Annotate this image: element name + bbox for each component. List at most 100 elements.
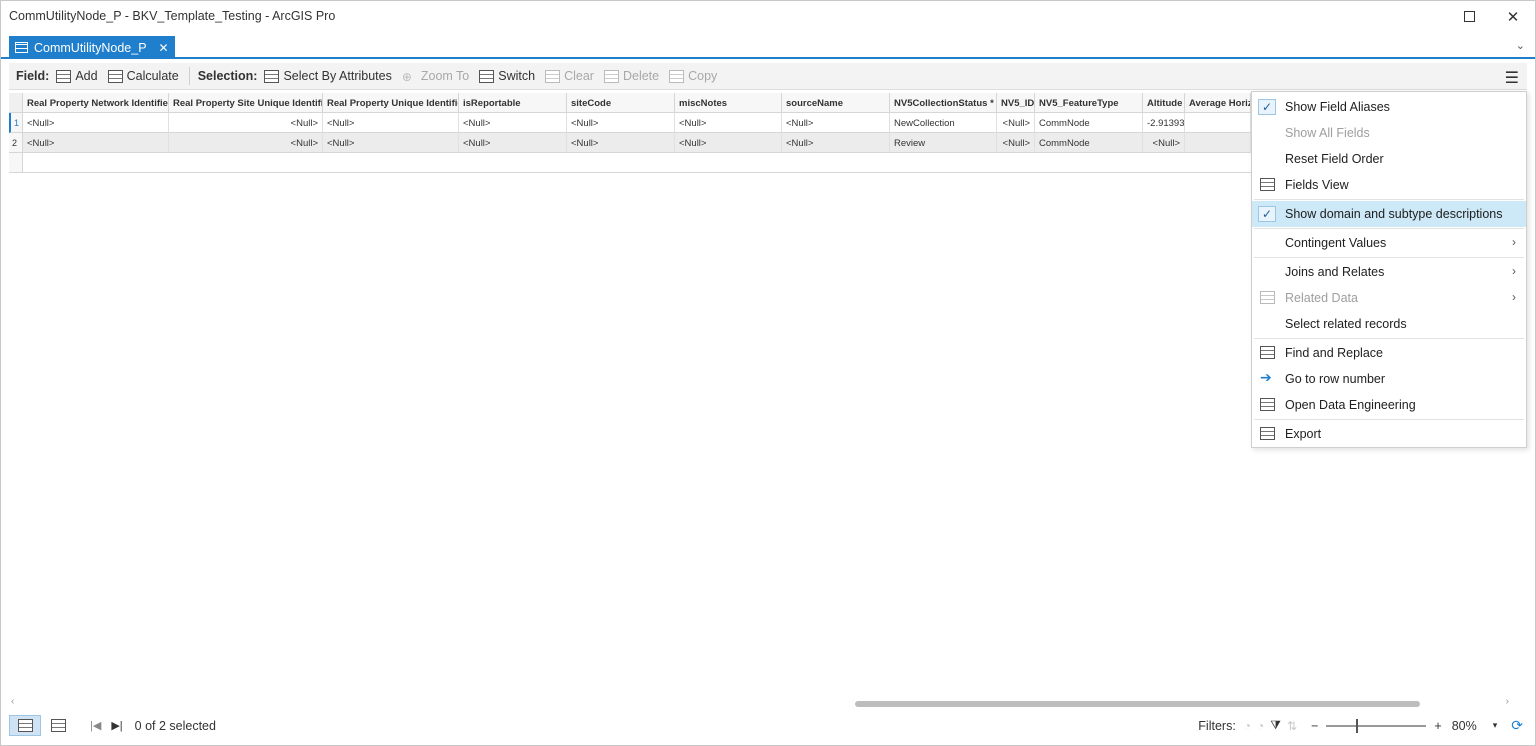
column-header[interactable]: Real Property Site Unique Identifier bbox=[169, 93, 323, 113]
tab-close-icon[interactable]: ✕ bbox=[159, 41, 169, 55]
zoom-out-icon[interactable]: − bbox=[1311, 719, 1318, 733]
refresh-icon[interactable]: ⟳ bbox=[1511, 717, 1523, 734]
table-cell[interactable]: -2.91393 bbox=[1143, 113, 1185, 133]
column-header[interactable]: isReportable bbox=[459, 93, 567, 113]
table-cell[interactable]: <Null> bbox=[459, 133, 567, 153]
time-filter-icon[interactable]: ◔ bbox=[1244, 719, 1251, 733]
column-header[interactable]: Average Horizo bbox=[1185, 93, 1251, 113]
row-number[interactable]: 1 bbox=[9, 113, 23, 133]
table-cell[interactable]: <Null> bbox=[23, 113, 169, 133]
zoom-to-button[interactable]: ⊕ Zoom To bbox=[401, 69, 469, 84]
table-cell[interactable] bbox=[1185, 113, 1251, 133]
last-record-icon[interactable]: ▶| bbox=[111, 719, 122, 732]
menu-item-show-all-fields[interactable]: Show All Fields bbox=[1252, 120, 1526, 146]
column-header[interactable]: NV5_ID bbox=[997, 93, 1035, 113]
column-header[interactable]: Real Property Unique Identifier bbox=[323, 93, 459, 113]
menu-item-find-replace[interactable]: Find and Replace bbox=[1252, 340, 1526, 366]
maximize-button[interactable] bbox=[1447, 1, 1491, 32]
zoom-level[interactable]: 80% bbox=[1452, 719, 1477, 733]
table-cell[interactable]: Review bbox=[890, 133, 997, 153]
show-selected-records-icon[interactable] bbox=[51, 719, 66, 732]
add-field-button[interactable]: Add bbox=[56, 69, 98, 83]
tab-label: CommUtilityNode_P bbox=[34, 40, 147, 55]
menu-separator bbox=[1254, 257, 1524, 258]
menu-item-contingent-values[interactable]: Contingent Values › bbox=[1252, 230, 1526, 256]
close-window-button[interactable]: ✕ bbox=[1491, 1, 1535, 32]
menu-item-select-related[interactable]: Select related records bbox=[1252, 311, 1526, 337]
zoom-dropdown-icon[interactable]: ▾ bbox=[1493, 720, 1498, 731]
menu-item-show-domain-descriptions[interactable]: ✓ Show domain and subtype descriptions bbox=[1252, 201, 1526, 227]
tab-overflow-chevron-icon[interactable]: ⌄ bbox=[1516, 39, 1525, 52]
scroll-right-icon[interactable]: › bbox=[1506, 696, 1509, 707]
table-cell[interactable]: <Null> bbox=[675, 113, 782, 133]
table-cell[interactable]: <Null> bbox=[675, 133, 782, 153]
tab-attribute-table[interactable]: CommUtilityNode_P ✕ bbox=[9, 36, 175, 59]
sort-filter-icon[interactable]: ⇅ bbox=[1287, 719, 1297, 733]
show-all-records-button[interactable] bbox=[9, 715, 41, 736]
menu-item-related-data[interactable]: Related Data › bbox=[1252, 285, 1526, 311]
new-row[interactable] bbox=[23, 153, 1251, 173]
menu-item-export[interactable]: Export bbox=[1252, 421, 1526, 447]
select-by-attributes-label: Select By Attributes bbox=[283, 69, 392, 83]
select-all-corner[interactable] bbox=[9, 93, 23, 113]
zoom-slider[interactable] bbox=[1326, 718, 1427, 733]
table-cell[interactable]: <Null> bbox=[997, 113, 1035, 133]
menu-separator bbox=[1254, 419, 1524, 420]
table-cell[interactable] bbox=[1185, 133, 1251, 153]
calculate-button[interactable]: Calculate bbox=[107, 69, 179, 83]
delete-button[interactable]: Delete bbox=[603, 69, 659, 83]
table-cell[interactable]: <Null> bbox=[169, 133, 323, 153]
table-cell[interactable]: CommNode bbox=[1035, 113, 1143, 133]
filter-icon[interactable]: ⧩ bbox=[1270, 718, 1281, 733]
copy-button[interactable]: Copy bbox=[669, 69, 717, 83]
select-by-attributes-button[interactable]: Select By Attributes bbox=[264, 69, 392, 83]
table-cell[interactable]: <Null> bbox=[23, 133, 169, 153]
fields-view-icon bbox=[1260, 178, 1275, 191]
scroll-left-icon[interactable]: ‹ bbox=[11, 696, 14, 707]
column-header[interactable]: Altitude bbox=[1143, 93, 1185, 113]
tab-strip: CommUtilityNode_P ✕ ⌄ bbox=[1, 32, 1535, 59]
row-number[interactable]: 2 bbox=[9, 133, 23, 153]
window-title: CommUtilityNode_P - BKV_Template_Testing… bbox=[9, 9, 336, 23]
table-cell[interactable]: <Null> bbox=[323, 133, 459, 153]
table-cell[interactable]: <Null> bbox=[997, 133, 1035, 153]
new-row-header[interactable] bbox=[9, 153, 23, 173]
table-cell[interactable]: <Null> bbox=[782, 113, 890, 133]
menu-item-reset-field-order[interactable]: Reset Field Order bbox=[1252, 146, 1526, 172]
scrollbar-thumb[interactable] bbox=[855, 701, 1420, 707]
menu-item-joins-relates[interactable]: Joins and Relates › bbox=[1252, 259, 1526, 285]
menu-item-show-field-aliases[interactable]: ✓ Show Field Aliases bbox=[1252, 94, 1526, 120]
table-cell[interactable]: <Null> bbox=[782, 133, 890, 153]
horizontal-scrollbar[interactable]: ‹ › bbox=[9, 696, 1509, 710]
table-cell[interactable]: CommNode bbox=[1035, 133, 1143, 153]
table-cell[interactable]: <Null> bbox=[169, 113, 323, 133]
table-cell[interactable]: NewCollection bbox=[890, 113, 997, 133]
menu-item-open-data-engineering[interactable]: Open Data Engineering bbox=[1252, 392, 1526, 418]
column-header[interactable]: siteCode bbox=[567, 93, 675, 113]
menu-item-fields-view[interactable]: Fields View bbox=[1252, 172, 1526, 198]
table-cell[interactable]: <Null> bbox=[567, 113, 675, 133]
switch-button[interactable]: Switch bbox=[479, 69, 535, 83]
table-cell[interactable]: <Null> bbox=[1143, 133, 1185, 153]
table-options-menu-icon[interactable]: ☰ bbox=[1505, 68, 1519, 88]
copy-label: Copy bbox=[688, 69, 718, 83]
zoom-to-icon: ⊕ bbox=[401, 69, 412, 84]
menu-item-label: Related Data bbox=[1285, 291, 1358, 305]
table-cell[interactable]: <Null> bbox=[459, 113, 567, 133]
clear-button[interactable]: Clear bbox=[545, 69, 594, 83]
column-header[interactable]: NV5_FeatureType bbox=[1035, 93, 1143, 113]
menu-item-go-to-row[interactable]: ➔ Go to row number bbox=[1252, 366, 1526, 392]
column-header[interactable]: miscNotes bbox=[675, 93, 782, 113]
zoom-in-icon[interactable]: + bbox=[1434, 719, 1441, 733]
table-cell[interactable]: <Null> bbox=[323, 113, 459, 133]
table-cell[interactable]: <Null> bbox=[567, 133, 675, 153]
zoom-slider-thumb[interactable] bbox=[1356, 718, 1359, 733]
filters-label: Filters: bbox=[1198, 718, 1236, 733]
range-filter-icon[interactable]: ◔ bbox=[1257, 719, 1264, 733]
column-header[interactable]: sourceName bbox=[782, 93, 890, 113]
column-header[interactable]: Real Property Network Identifier bbox=[23, 93, 169, 113]
column-header[interactable]: NV5CollectionStatus * bbox=[890, 93, 997, 113]
first-record-icon[interactable]: |◀ bbox=[90, 719, 101, 732]
find-replace-icon bbox=[1260, 346, 1275, 359]
menu-item-label: Show domain and subtype descriptions bbox=[1285, 207, 1503, 221]
